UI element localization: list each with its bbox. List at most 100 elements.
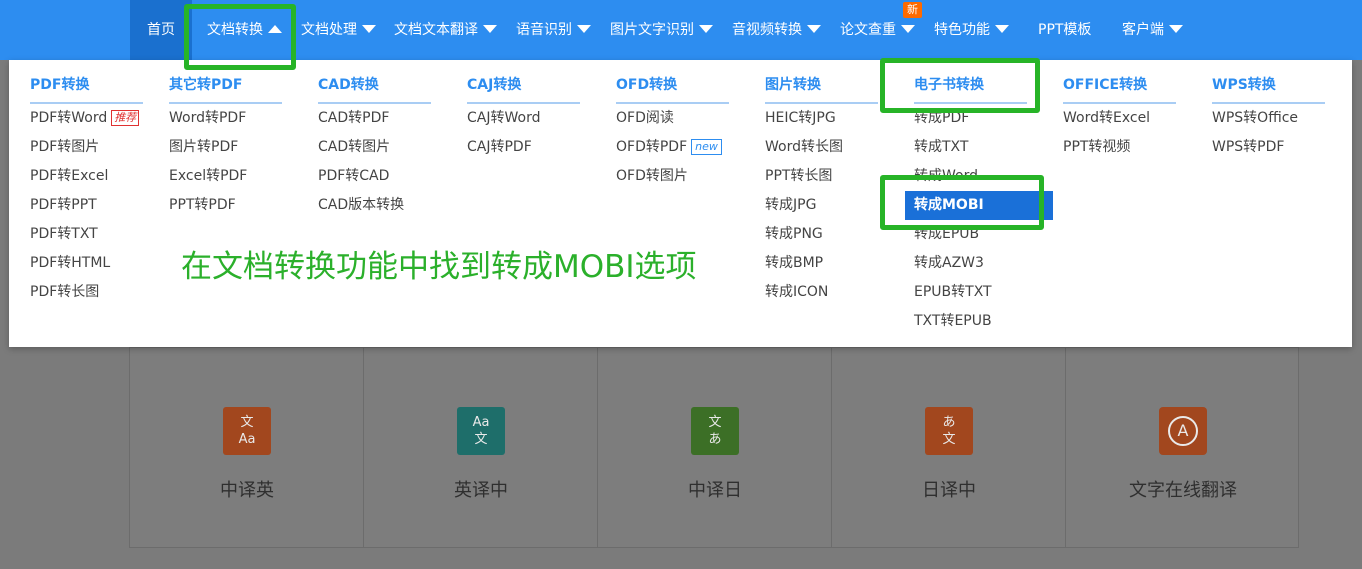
new-tag: new — [691, 139, 722, 155]
nav-document-processing[interactable]: 文档处理 — [301, 0, 376, 60]
nav-ppt-templates[interactable]: PPT模板 — [1038, 0, 1091, 60]
menu-item[interactable]: Word转长图 — [765, 133, 843, 162]
icon-glyph-top: Aa — [472, 415, 490, 430]
nav-label: 论文查重 — [840, 22, 896, 38]
nav-label: 音视频转换 — [732, 22, 802, 38]
nav-av-conversion[interactable]: 音视频转换 — [732, 0, 821, 60]
menu-item[interactable]: OFD转图片 — [616, 162, 722, 191]
card-label: 文字在线翻译 — [1129, 480, 1237, 501]
menu-item-ofd-to-pdf[interactable]: OFD转PDF new — [616, 133, 722, 162]
menu-item[interactable]: PDF转图片 — [30, 133, 139, 162]
translate-icon: Aa 文 — [457, 407, 505, 455]
menu-item[interactable]: CAJ转PDF — [467, 133, 540, 162]
menu-item[interactable]: CAD转PDF — [318, 104, 404, 133]
menu-item[interactable]: Word转PDF — [169, 104, 247, 133]
menu-item-pdf-to-word[interactable]: PDF转Word 推荐 — [30, 104, 140, 133]
column-title: OFD转换 — [616, 74, 729, 104]
icon-glyph-bottom: 文 — [474, 432, 488, 447]
card-label: 中译英 — [220, 480, 274, 501]
menu-item[interactable]: CAJ转Word — [467, 104, 540, 133]
card-zh-to-en[interactable]: 文 Aa 中译英 — [130, 348, 364, 547]
menu-item[interactable]: PDF转PPT — [30, 191, 139, 220]
translate-icon: 文 Aa — [223, 407, 271, 455]
menu-item[interactable]: PDF转CAD — [318, 162, 404, 191]
chevron-down-icon — [995, 25, 1009, 33]
menu-item[interactable]: EPUB转TXT — [914, 278, 1053, 307]
menu-item[interactable]: 转成ICON — [765, 278, 843, 307]
menu-item[interactable]: PPT转视频 — [1063, 133, 1150, 162]
menu-list: HEIC转JPG Word转长图 PPT转长图 转成JPG 转成PNG 转成BM… — [765, 104, 843, 307]
menu-item[interactable]: 转成AZW3 — [914, 249, 1053, 278]
menu-item[interactable]: 图片转PDF — [169, 133, 247, 162]
menu-list: Word转Excel PPT转视频 — [1063, 104, 1150, 162]
icon-glyph-top: あ — [942, 415, 956, 430]
column-title: PDF转换 — [30, 74, 143, 104]
icon-glyph-bottom: 文 — [942, 432, 956, 447]
menu-item[interactable]: CAD转图片 — [318, 133, 404, 162]
translation-cards: 文 Aa 中译英 Aa 文 英译中 文あ 中译日 あ文 日译中 A 文字在线翻译 — [129, 347, 1299, 548]
icon-glyph-top: 文 — [240, 415, 254, 430]
menu-item[interactable]: Excel转PDF — [169, 162, 247, 191]
instruction-caption: 在文档转换功能中找到转成MOBI选项 — [181, 249, 697, 285]
menu-list: WPS转Office WPS转PDF — [1212, 104, 1298, 162]
highlight-box-to-mobi — [880, 175, 1044, 230]
menu-item-label: OFD转PDF — [616, 139, 688, 155]
icon-glyph-bottom: Aa — [238, 432, 256, 447]
menu-list: CAD转PDF CAD转图片 PDF转CAD CAD版本转换 — [318, 104, 404, 220]
nav-label: 语音识别 — [516, 22, 572, 38]
card-zh-to-ja[interactable]: 文あ 中译日 — [598, 348, 832, 547]
column-title: 图片转换 — [765, 74, 878, 104]
menu-list: CAJ转Word CAJ转PDF — [467, 104, 540, 162]
icon-glyph-top: 文 — [708, 415, 722, 430]
menu-item[interactable]: PPT转长图 — [765, 162, 843, 191]
nav-home[interactable]: 首页 — [130, 0, 192, 60]
nav-label: 文档文本翻译 — [394, 22, 478, 38]
chevron-down-icon — [362, 25, 376, 33]
icon-glyph-bottom: あ — [708, 432, 722, 447]
document-conversion-menu: PDF转换 PDF转Word 推荐 PDF转图片 PDF转Excel PDF转PP… — [9, 60, 1352, 347]
menu-item[interactable]: 转成PNG — [765, 220, 843, 249]
menu-item[interactable]: 转成TXT — [914, 133, 1053, 162]
chevron-down-icon — [807, 25, 821, 33]
nav-featured[interactable]: 特色功能 — [934, 0, 1009, 60]
menu-item[interactable]: PDF转Excel — [30, 162, 139, 191]
nav-speech-recognition[interactable]: 语音识别 — [516, 0, 591, 60]
nav-image-ocr[interactable]: 图片文字识别 — [610, 0, 713, 60]
nav-label: 客户端 — [1122, 22, 1164, 38]
menu-item[interactable]: PDF转长图 — [30, 278, 139, 307]
menu-item[interactable]: TXT转EPUB — [914, 307, 1053, 336]
menu-item[interactable]: PDF转TXT — [30, 220, 139, 249]
column-title: WPS转换 — [1212, 74, 1325, 104]
menu-item[interactable]: 转成BMP — [765, 249, 843, 278]
menu-item[interactable]: WPS转PDF — [1212, 133, 1298, 162]
menu-item[interactable]: CAD版本转换 — [318, 191, 404, 220]
card-ja-to-zh[interactable]: あ文 日译中 — [832, 348, 1066, 547]
card-label: 日译中 — [922, 480, 976, 501]
nav-label: 特色功能 — [934, 22, 990, 38]
menu-item[interactable]: PDF转HTML — [30, 249, 139, 278]
nav-label: 图片文字识别 — [610, 22, 694, 38]
nav-client[interactable]: 客户端 — [1122, 0, 1183, 60]
chevron-down-icon — [699, 25, 713, 33]
recommend-tag: 推荐 — [111, 110, 140, 126]
nav-text-translation[interactable]: 文档文本翻译 — [394, 0, 497, 60]
card-online-translate[interactable]: A 文字在线翻译 — [1066, 348, 1300, 547]
menu-item[interactable]: WPS转Office — [1212, 104, 1298, 133]
menu-list: OFD阅读 OFD转PDF new OFD转图片 — [616, 104, 722, 191]
menu-item[interactable]: OFD阅读 — [616, 104, 722, 133]
card-label: 中译日 — [688, 480, 742, 501]
nav-label: 文档处理 — [301, 22, 357, 38]
menu-item[interactable]: HEIC转JPG — [765, 104, 843, 133]
new-badge: 新 — [903, 2, 922, 18]
card-en-to-zh[interactable]: Aa 文 英译中 — [364, 348, 598, 547]
highlight-box-ebook-header — [880, 58, 1040, 113]
column-title: 其它转PDF — [169, 74, 282, 104]
menu-item[interactable]: PPT转PDF — [169, 191, 247, 220]
menu-item-label: PDF转Word — [30, 110, 108, 126]
menu-list: PDF转Word 推荐 PDF转图片 PDF转Excel PDF转PPT PDF转… — [30, 104, 140, 307]
menu-list: Word转PDF 图片转PDF Excel转PDF PPT转PDF — [169, 104, 247, 220]
column-title: OFFICE转换 — [1063, 74, 1176, 104]
menu-item[interactable]: 转成JPG — [765, 191, 843, 220]
menu-item[interactable]: Word转Excel — [1063, 104, 1150, 133]
chevron-down-icon — [483, 25, 497, 33]
